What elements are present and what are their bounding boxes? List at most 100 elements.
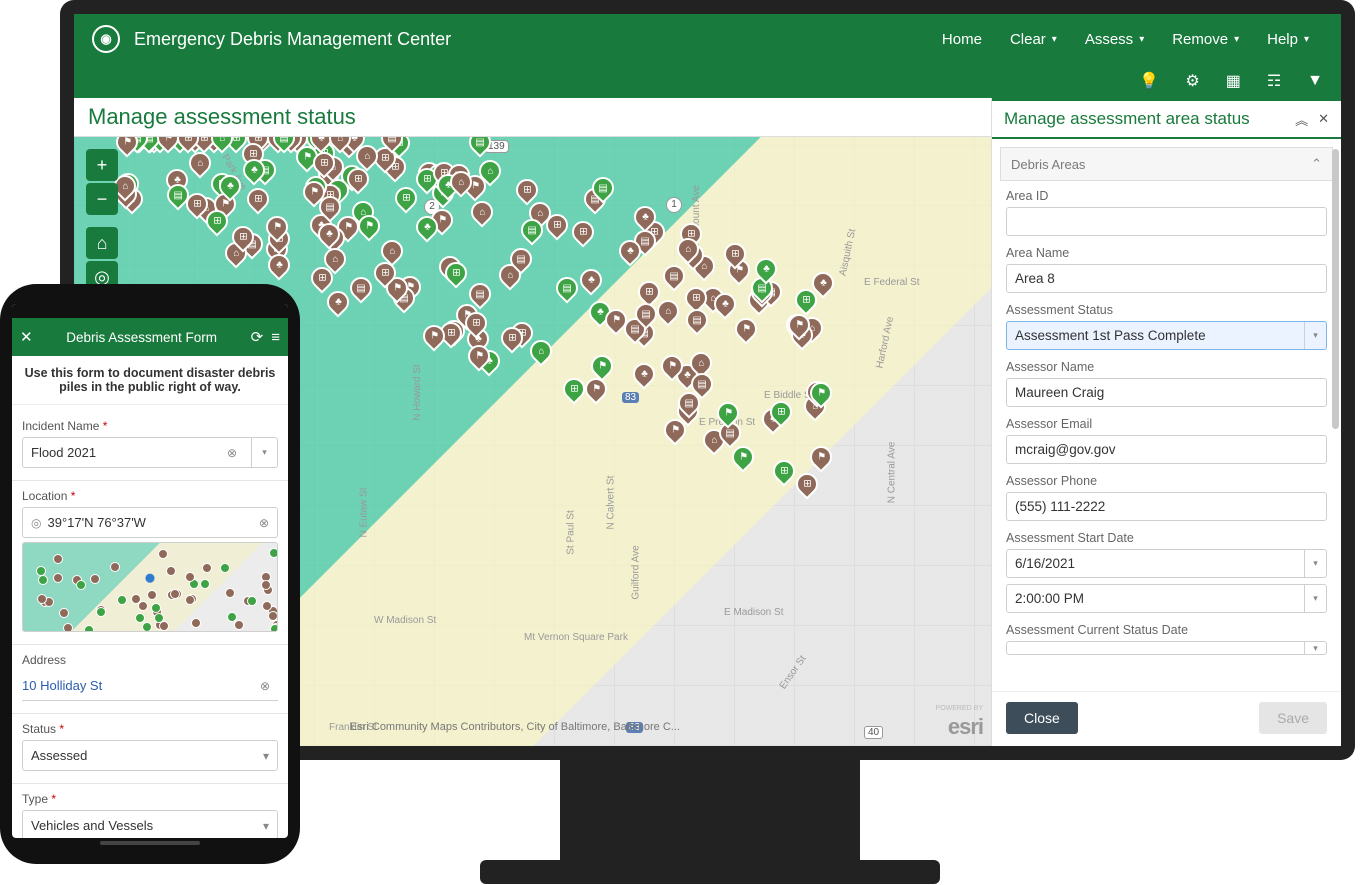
lightbulb-dot-icon[interactable]: 💡: [1139, 71, 1159, 91]
map-marker[interactable]: ⚑: [731, 313, 762, 344]
address-input[interactable]: 10 Holliday St ⊗: [22, 671, 278, 701]
settings-gear-icon[interactable]: ⚙: [1185, 71, 1199, 91]
map-marker[interactable]: ⚑: [806, 441, 837, 472]
tool-row: 💡 ⚙ ▦ ☶ ▼: [74, 64, 1341, 98]
clear-icon[interactable]: ⊗: [259, 516, 269, 530]
close-icon[interactable]: ✕: [1318, 111, 1329, 127]
app-title: Emergency Debris Management Center: [134, 29, 451, 50]
powered-by-label: POWERED BY: [936, 705, 983, 712]
chevron-down-icon: ▾: [263, 819, 269, 833]
map-marker[interactable]: ▤: [659, 261, 690, 292]
assessor-email-input[interactable]: [1006, 435, 1327, 464]
map-marker[interactable]: ⊞: [559, 373, 590, 404]
assessment-status-label: Assessment Status: [1006, 303, 1327, 317]
map-marker[interactable]: ⚑: [712, 397, 743, 428]
map-marker[interactable]: ▤: [551, 272, 582, 303]
map-marker[interactable]: ▤: [345, 272, 376, 303]
nav-help[interactable]: Help▾: [1267, 31, 1309, 48]
area-name-input[interactable]: [1006, 264, 1327, 293]
phone-header: ✕ Debris Assessment Form ⟳ ≡: [12, 318, 288, 356]
current-status-date-label: Assessment Current Status Date: [1006, 623, 1327, 637]
panel-body: Debris Areas ⌃ Area ID Area Name Assessm…: [992, 139, 1341, 691]
map-marker[interactable]: ⊞: [390, 183, 421, 214]
clear-icon[interactable]: ⊗: [260, 679, 270, 693]
phone-form: Incident Name * Flood 2021⊗ ▾ Location *…: [12, 405, 288, 838]
crosshair-icon[interactable]: ◎: [31, 516, 41, 530]
assessor-phone-input[interactable]: [1006, 492, 1327, 521]
panel-title: Manage assessment area status: [1004, 109, 1250, 129]
collapse-up-icon[interactable]: ︽: [1295, 110, 1308, 129]
nav-remove[interactable]: Remove▾: [1172, 31, 1239, 48]
assessor-name-input[interactable]: [1006, 378, 1327, 407]
incident-label: Incident Name *: [22, 419, 278, 433]
panel-footer: Close Save: [992, 691, 1341, 746]
map-marker[interactable]: ♣: [628, 358, 659, 389]
address-label: Address: [22, 653, 278, 667]
start-time-select[interactable]: 2:00:00 PM ▾: [1006, 584, 1327, 613]
chevron-down-icon: ▾: [1052, 34, 1057, 45]
nav-clear[interactable]: Clear▾: [1010, 31, 1057, 48]
assessment-status-value: Assessment 1st Pass Complete: [1015, 328, 1206, 343]
menu-icon[interactable]: ≡: [271, 329, 280, 346]
assessor-phone-label: Assessor Phone: [1006, 474, 1327, 488]
type-label: Type *: [22, 792, 278, 806]
assessor-name-label: Assessor Name: [1006, 360, 1327, 374]
map-marker[interactable]: ♣: [323, 287, 354, 318]
phone-screen: ✕ Debris Assessment Form ⟳ ≡ Use this fo…: [12, 304, 288, 838]
chevron-down-icon: ▾: [1234, 34, 1239, 45]
panel-scrollbar[interactable]: [1331, 141, 1339, 689]
area-name-label: Area Name: [1006, 246, 1327, 260]
start-date-select[interactable]: 6/16/2021 ▾: [1006, 549, 1327, 578]
tornado-logo-icon: ◉: [92, 25, 120, 53]
assessment-status-select[interactable]: Assessment 1st Pass Complete ▾: [1006, 321, 1327, 350]
start-date-label: Assessment Start Date: [1006, 531, 1327, 545]
area-id-input[interactable]: [1006, 207, 1327, 236]
chevron-down-icon: ▾: [263, 749, 269, 763]
map-marker[interactable]: ♣: [576, 265, 607, 296]
map-marker[interactable]: ⌂: [466, 197, 497, 228]
app-header: ◉ Emergency Debris Management Center Hom…: [74, 14, 1341, 64]
incident-select[interactable]: Flood 2021 ⊗ ▾: [22, 437, 278, 468]
start-date-value: 6/16/2021: [1015, 556, 1075, 571]
location-input[interactable]: ◎ 39°17'N 76°37'W ⊗: [22, 507, 278, 538]
section-header[interactable]: Debris Areas ⌃: [1000, 147, 1333, 181]
save-button[interactable]: Save: [1259, 702, 1327, 734]
location-minimap[interactable]: [22, 542, 278, 632]
location-value: 39°17'N 76°37'W: [47, 515, 145, 530]
close-button[interactable]: Close: [1006, 702, 1078, 734]
grid-icon[interactable]: ▦: [1226, 71, 1241, 91]
page-title: Manage assessment status: [74, 98, 991, 137]
chevron-down-icon: ▾: [251, 438, 277, 467]
map-marker[interactable]: ⚑: [586, 350, 617, 381]
map-marker[interactable]: ⊞: [792, 468, 823, 499]
assessor-email-label: Assessor Email: [1006, 417, 1327, 431]
zoom-in-button[interactable]: +: [86, 149, 118, 181]
list-icon[interactable]: ☶: [1267, 71, 1281, 91]
clear-icon[interactable]: ⊗: [227, 446, 237, 460]
type-select[interactable]: Vehicles and Vessels ▾: [22, 810, 278, 838]
panel-header: Manage assessment area status ︽ ✕: [992, 98, 1341, 139]
zoom-out-button[interactable]: −: [86, 183, 118, 215]
phone-frame: ✕ Debris Assessment Form ⟳ ≡ Use this fo…: [0, 284, 300, 864]
section-title: Debris Areas: [1011, 157, 1085, 172]
side-panel: Manage assessment area status ︽ ✕ Debris…: [991, 98, 1341, 746]
chevron-down-icon: ▾: [1304, 34, 1309, 45]
current-status-date-select[interactable]: ▾: [1006, 641, 1327, 655]
status-select[interactable]: Assessed ▾: [22, 740, 278, 771]
status-label: Status *: [22, 722, 278, 736]
map-marker[interactable]: ⊞: [567, 217, 598, 248]
home-extent-button[interactable]: ⌂: [86, 227, 118, 259]
incident-value: Flood 2021: [31, 445, 96, 460]
broadcast-icon[interactable]: ⟳: [251, 328, 264, 346]
type-value: Vehicles and Vessels: [31, 818, 153, 833]
chevron-down-icon: ▾: [1139, 34, 1144, 45]
nav-assess[interactable]: Assess▾: [1085, 31, 1144, 48]
close-icon[interactable]: ✕: [20, 328, 33, 346]
nav-home[interactable]: Home: [942, 31, 982, 48]
map-marker[interactable]: ▤: [464, 137, 495, 158]
phone-title: Debris Assessment Form: [41, 330, 243, 345]
filter-icon[interactable]: ▼: [1307, 72, 1323, 90]
monitor-stand: [560, 758, 860, 878]
map-marker[interactable]: ⊞: [243, 184, 274, 215]
chevron-down-icon: ▾: [1304, 585, 1326, 612]
